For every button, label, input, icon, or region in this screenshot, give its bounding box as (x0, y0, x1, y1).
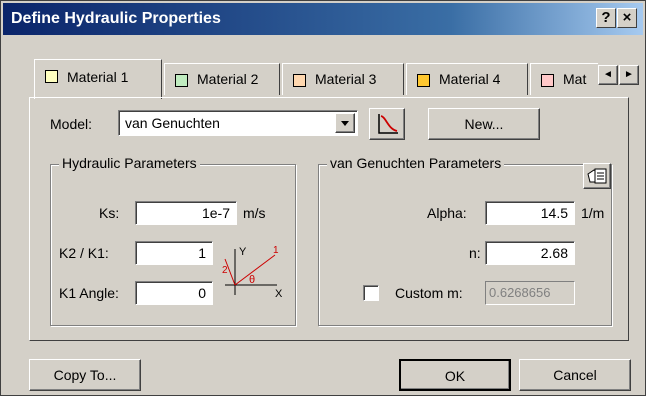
model-label: Model: (50, 116, 93, 132)
material-4-color-swatch (417, 74, 430, 87)
copy-to-button[interactable]: Copy To... (29, 359, 141, 391)
diagram-theta-label: θ (249, 274, 255, 286)
k1-angle-input[interactable]: 0 (135, 281, 213, 305)
custom-m-input[interactable]: 0.6268656 (485, 281, 575, 305)
van-genuchten-parameters-group: van Genuchten Parameters Alpha: 14.5 1/m… (318, 155, 612, 326)
cancel-button[interactable]: Cancel (519, 359, 631, 391)
close-button[interactable]: × (617, 8, 637, 28)
tab-label: Material 1 (67, 69, 129, 85)
custom-m-checkbox[interactable] (363, 285, 379, 301)
alpha-label: Alpha: (427, 205, 467, 221)
n-input[interactable]: 2.68 (485, 241, 575, 265)
diagram-x-label: X (275, 288, 283, 300)
n-label: n: (469, 245, 481, 261)
anisotropy-axes-diagram: Y X 1 2 θ (222, 245, 283, 300)
tab-label: Material 3 (315, 71, 377, 87)
tab-label: Material 4 (439, 71, 501, 87)
diagram-y-label: Y (239, 246, 247, 258)
tab-material-4[interactable]: Material 4 (406, 63, 528, 95)
tab-material-3[interactable]: Material 3 (282, 63, 404, 95)
tab-label: Material 2 (197, 71, 259, 87)
model-select-value: van Genuchten (125, 115, 220, 131)
material-5-color-swatch (541, 74, 554, 87)
ok-button[interactable]: OK (399, 359, 511, 391)
define-hydraulic-properties-dialog: Define Hydraulic Properties ? × Material… (0, 0, 646, 396)
model-dropdown-button[interactable] (335, 113, 355, 133)
tab-material-1[interactable]: Material 1 (34, 59, 162, 99)
tab-material-2[interactable]: Material 2 (164, 63, 280, 95)
clipboard-hand-icon (587, 168, 607, 184)
diagram-axis-2-label: 2 (222, 265, 228, 276)
van-genuchten-parameters-legend: van Genuchten Parameters (327, 155, 505, 171)
curve-graph-icon (378, 114, 398, 134)
window-title: Define Hydraulic Properties (11, 10, 221, 27)
k2-k1-label: K2 / K1: (59, 245, 109, 261)
diagram-axis-1-label: 1 (273, 245, 279, 256)
alpha-input[interactable]: 14.5 (485, 201, 575, 225)
tab-label: Mat (563, 71, 587, 87)
ks-unit: m/s (243, 205, 266, 221)
ks-label: Ks: (99, 205, 120, 221)
tab-scroll-left-button[interactable]: ◄ (598, 65, 618, 85)
tab-scroll-right-button[interactable]: ► (619, 65, 639, 85)
paste-parameters-button[interactable] (583, 163, 611, 189)
title-bar[interactable]: Define Hydraulic Properties ? × (3, 3, 643, 35)
help-button[interactable]: ? (596, 8, 616, 28)
k2-k1-input[interactable]: 1 (135, 241, 213, 265)
ks-input[interactable]: 1e-7 (135, 201, 237, 225)
plot-curve-button[interactable] (369, 108, 405, 140)
tab-material-5[interactable]: Mat (530, 63, 598, 95)
alpha-unit: 1/m (581, 205, 605, 221)
material-2-color-swatch (175, 74, 188, 87)
material-panel: Model: van Genuchten New... Hydraulic Pa… (29, 97, 629, 341)
k1-angle-label: K1 Angle: (59, 285, 119, 301)
material-1-color-swatch (45, 70, 58, 83)
new-model-button[interactable]: New... (428, 108, 540, 140)
material-3-color-swatch (293, 74, 306, 87)
hydraulic-parameters-group: Hydraulic Parameters Ks: 1e-7 m/s K2 / K… (50, 155, 296, 326)
model-select[interactable]: van Genuchten (118, 110, 358, 136)
hydraulic-parameters-legend: Hydraulic Parameters (59, 155, 200, 171)
chevron-down-icon (341, 121, 349, 126)
custom-m-label: Custom m: (395, 285, 463, 301)
